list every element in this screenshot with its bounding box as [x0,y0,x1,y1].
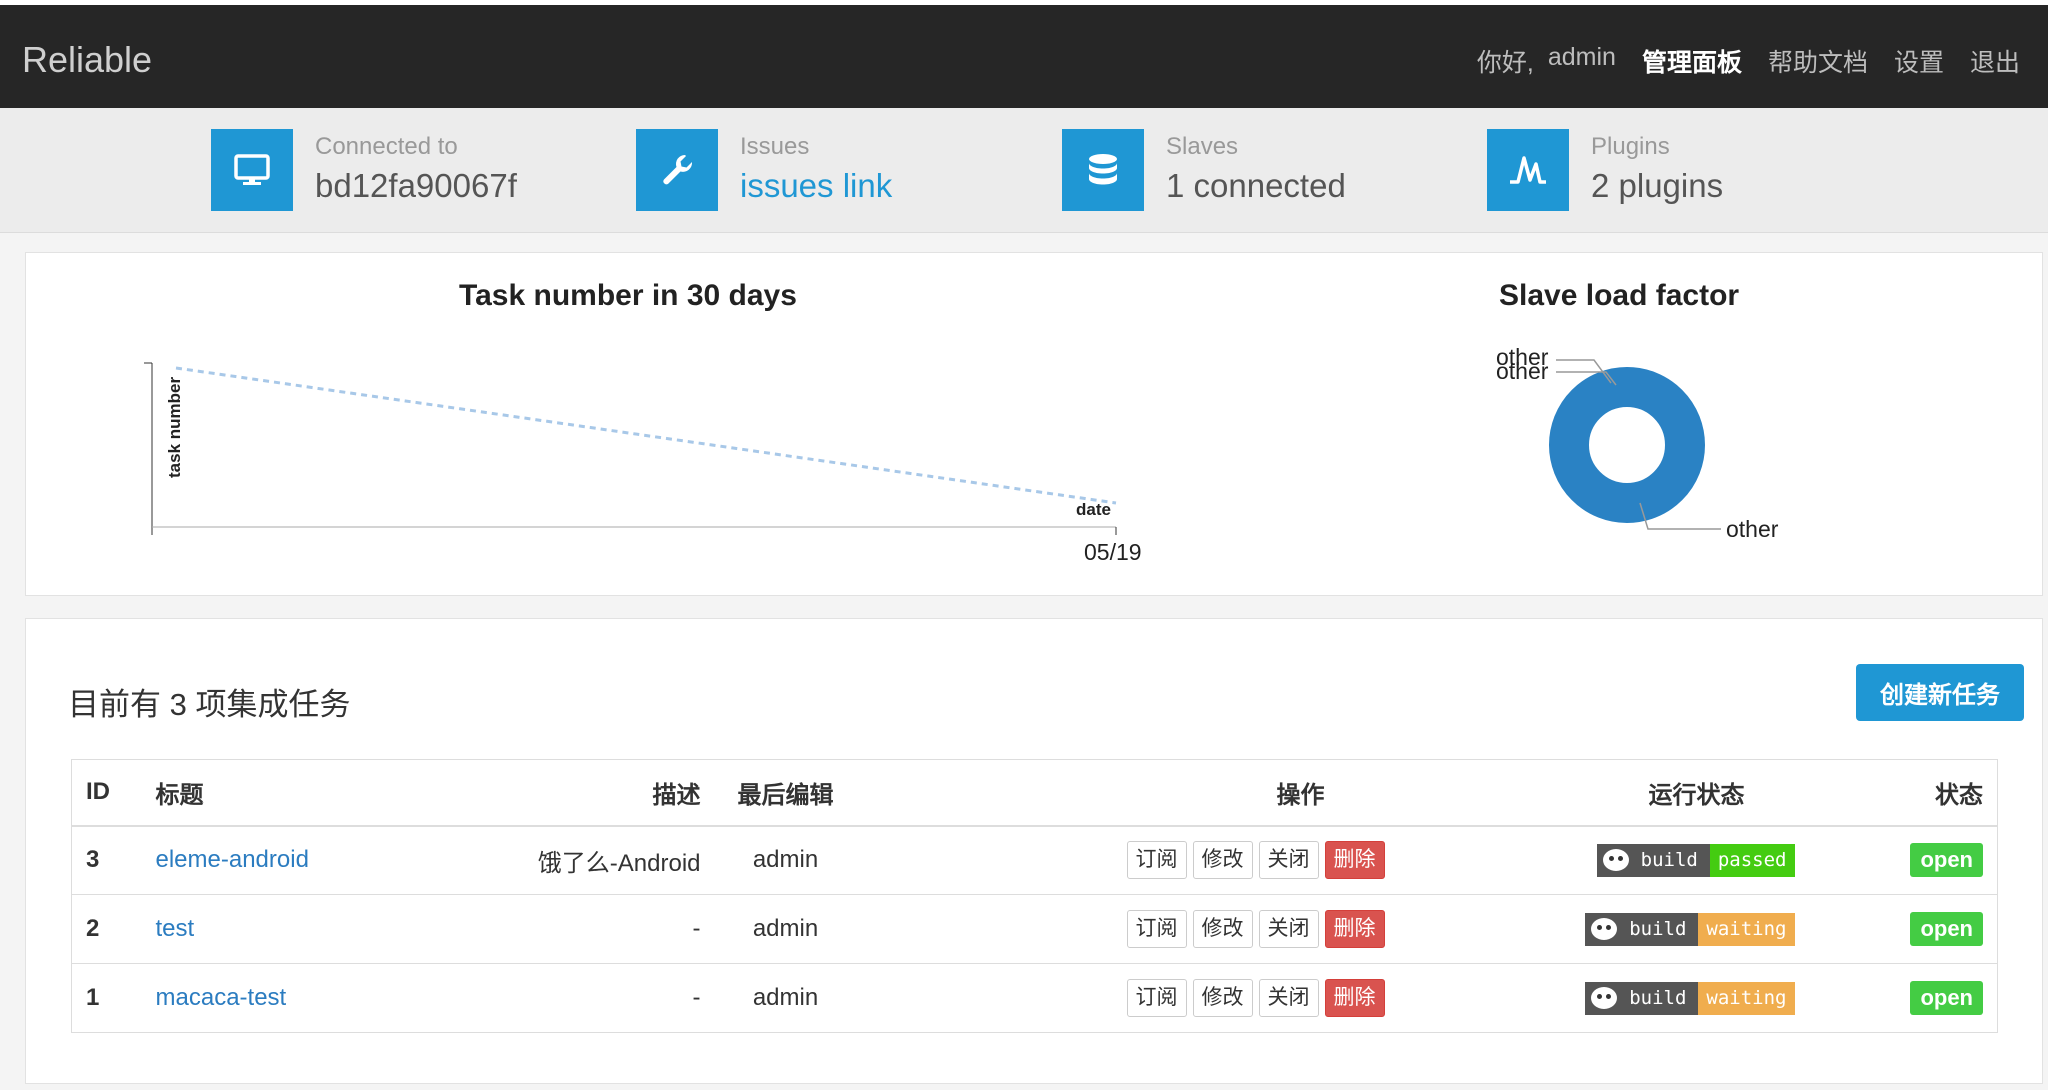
col-run-status: 运行状态 [1384,759,1795,827]
plugin-icon [1487,129,1569,211]
stat-label: Plugins [1591,133,1670,160]
pie-slice [1549,367,1705,523]
subscribe-button[interactable]: 订阅 [1126,910,1187,948]
edit-button[interactable]: 修改 [1192,979,1253,1017]
macaca-face-icon [1602,849,1629,872]
nav-links: 你好, admin 管理面板 帮助文档 设置 退出 [1477,43,2020,79]
pie-label: other [1726,516,1779,542]
col-desc: 描述 [535,759,701,827]
stat-connected: Connected to bd12fa90067f [211,129,517,213]
row-editor: admin [700,894,871,964]
stat-label: Slaves [1166,133,1239,160]
table-row: 3 eleme-android 饿了么-Android admin 订阅 修改 关闭… [71,825,1998,895]
badge-status-text: waiting [1698,981,1795,1015]
stats-bar: Connected to bd12fa90067f Issues issues … [0,108,2048,233]
close-button[interactable]: 关闭 [1258,841,1319,880]
row-editor: admin [700,825,871,895]
nav-logout[interactable]: 退出 [1970,43,2020,79]
task-title-link[interactable]: eleme-android [156,846,309,873]
close-button[interactable]: 关闭 [1258,979,1319,1017]
state-badge: open [1910,912,1983,946]
state-badge: open [1910,981,1983,1015]
create-task-button[interactable]: 创建新任务 [1856,664,2024,721]
top-navbar: Reliable 你好, admin 管理面板 帮助文档 设置 退出 [0,0,2048,108]
database-icon [1062,129,1144,211]
edit-button[interactable]: 修改 [1192,910,1253,948]
line-series [175,366,1117,505]
row-editor: admin [700,963,871,1033]
table-row: 2 test - admin 订阅 修改 关闭 删除 build waiting op… [71,894,1998,964]
badge-build-text: build [1629,987,1687,1009]
x-tick-label: 05/19 [1084,539,1142,565]
charts-panel: Task number in 30 days task number date … [25,252,2043,596]
wrench-icon [636,129,718,211]
x-axis-label: date [1076,500,1111,519]
col-id: ID [71,759,156,827]
badge-status-text: passed [1709,843,1795,877]
table-row: 1 macaca-test - admin 订阅 修改 关闭 删除 build wai… [71,963,1998,1033]
delete-button[interactable]: 删除 [1324,910,1385,948]
nav-admin-panel[interactable]: 管理面板 [1642,43,1742,79]
close-button[interactable]: 关闭 [1258,910,1319,948]
tasks-table: ID 标题 描述 最后编辑 操作 运行状态 状态 3 eleme-android… [71,759,1998,1033]
stat-label: Issues [740,133,810,160]
y-axis-label: task number [165,377,184,478]
greeting-text: 你好, [1476,49,1534,77]
table-header-row: ID 标题 描述 最后编辑 操作 运行状态 状态 [71,759,1998,827]
badge-build-text: build [1640,849,1698,872]
tasks-panel: 目前有 3 项集成任务 创建新任务 ID 标题 描述 最后编辑 操作 运行状态 … [25,618,2043,1084]
col-state: 状态 [1794,759,1998,827]
subscribe-button[interactable]: 订阅 [1126,841,1187,880]
stat-plugins: Plugins 2 plugins [1487,129,1723,213]
nav-settings[interactable]: 设置 [1894,43,1944,79]
delete-button[interactable]: 删除 [1324,841,1385,880]
state-badge: open [1910,843,1983,878]
row-desc: - [535,963,701,1033]
row-id: 3 [71,825,156,895]
task-title-link[interactable]: macaca-test [156,984,287,1011]
issues-link[interactable]: issues link [740,167,892,205]
build-status-badge[interactable]: build passed [1596,843,1795,877]
pie-chart: other other other [1496,344,1779,542]
stat-slaves: Slaves 1 connected [1062,129,1346,213]
col-title: 标题 [155,759,536,827]
pie-label: other [1496,358,1549,384]
subscribe-button[interactable]: 订阅 [1126,979,1187,1017]
delete-button[interactable]: 删除 [1324,979,1385,1017]
stat-value: 1 connected [1166,167,1346,204]
task-title-link[interactable]: test [156,915,195,942]
brand-logo[interactable]: Reliable [22,39,152,81]
badge-status-text: waiting [1698,912,1795,946]
col-last-edit: 最后编辑 [700,759,871,827]
row-desc: 饿了么-Android [535,825,701,895]
build-status-badge[interactable]: build waiting [1585,981,1795,1015]
macaca-face-icon [1591,918,1618,940]
stat-value: bd12fa90067f [315,167,517,204]
edit-button[interactable]: 修改 [1192,841,1253,880]
row-id: 1 [71,963,156,1033]
build-status-badge[interactable]: build waiting [1585,912,1795,946]
stat-label: Connected to [315,133,458,160]
username: admin [1547,43,1616,71]
col-ops: 操作 [870,759,1385,827]
line-chart: task number date 05/19 [144,362,1142,565]
stat-value: 2 plugins [1591,167,1724,204]
monitor-icon [211,129,293,211]
macaca-face-icon [1591,987,1618,1009]
badge-build-text: build [1629,918,1687,940]
nav-help-docs[interactable]: 帮助文档 [1768,43,1868,79]
tasks-heading: 目前有 3 项集成任务 [68,687,351,722]
row-id: 2 [71,894,156,964]
stat-issues: Issues issues link [636,129,892,213]
row-desc: - [535,894,701,964]
